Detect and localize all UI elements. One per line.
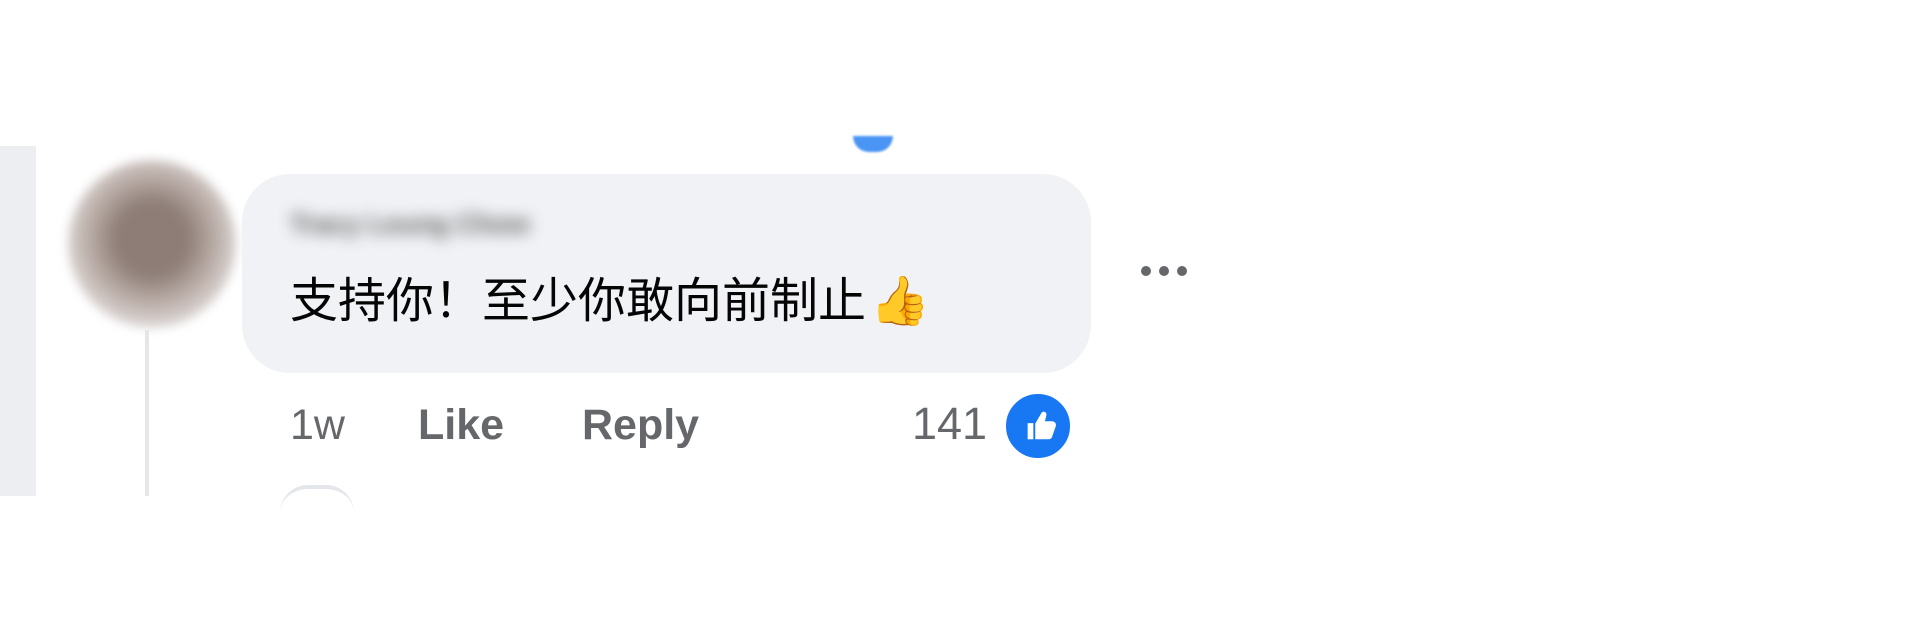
more-dot — [1141, 266, 1151, 276]
facebook-comment-screenshot: Tracy Leung Chow 支持你！至少你敢向前制止👍 1w Like R… — [0, 0, 1920, 642]
more-options-icon — [1141, 266, 1191, 278]
thumbs-up-emoji-icon: 👍 — [870, 273, 930, 329]
like-button[interactable]: Like — [418, 398, 504, 452]
thumbs-up-like-icon[interactable] — [1003, 391, 1073, 461]
reply-button[interactable]: Reply — [582, 398, 699, 452]
more-dot — [1177, 266, 1187, 276]
thumbs-up-like-icon — [1027, 411, 1056, 440]
blurred-author-name[interactable]: Tracy Leung Chow — [290, 201, 704, 247]
comment-message: 支持你！至少你敢向前制止 — [290, 273, 867, 329]
comment-text: 支持你！至少你敢向前制止👍 — [290, 269, 930, 333]
comment-bubble: Tracy Leung Chow 支持你！至少你敢向前制止👍 — [242, 174, 1091, 373]
more-options-button[interactable] — [1137, 248, 1193, 304]
left-content-edge — [0, 146, 36, 496]
thread-connector-line — [145, 330, 149, 496]
blurred-profile-avatar[interactable] — [68, 160, 236, 328]
reaction-count[interactable]: 141 — [912, 396, 987, 452]
more-dot — [1159, 266, 1169, 276]
comment-time[interactable]: 1w — [290, 398, 345, 452]
